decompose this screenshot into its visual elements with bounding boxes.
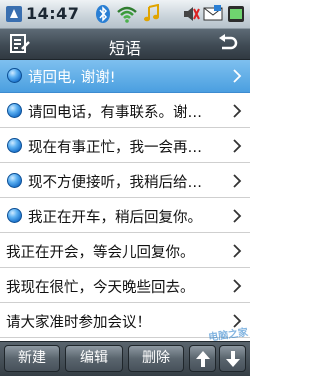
list-item[interactable]: 我现在很忙，今天晚些回去。 <box>0 270 250 303</box>
mail-icon <box>203 5 223 21</box>
radio-bullet-icon <box>7 103 22 118</box>
list-item-label: 请回电, 谢谢! <box>28 70 116 86</box>
list-item-label: 请大家准时参加会议！ <box>6 315 151 331</box>
list-item-label: 现在有事正忙，我一会再… <box>28 140 202 156</box>
delete-button[interactable]: 删除 <box>128 345 184 372</box>
list-item-label: 现不方便接听，我稍后给… <box>28 175 202 191</box>
chevron-right-icon <box>233 104 242 118</box>
page-title: 短语 <box>108 39 141 58</box>
move-up-button[interactable] <box>189 345 216 372</box>
clock-time: 14:47 <box>26 4 80 23</box>
status-bar: 14:47 <box>0 0 250 29</box>
battery-icon <box>228 6 244 22</box>
edit-button[interactable]: 编辑 <box>65 345 123 372</box>
chevron-right-icon <box>233 244 242 258</box>
list-item-label: 我现在很忙，今天晚些回去。 <box>6 280 195 296</box>
wifi-icon <box>117 6 137 23</box>
list-item[interactable]: 我正在开会，等会儿回复你。 <box>0 235 250 268</box>
bottom-toolbar: 新建 编辑 删除 <box>0 341 250 376</box>
list-item[interactable]: 现不方便接听，我稍后给… <box>0 165 250 198</box>
sound-icon <box>184 7 200 21</box>
radio-bullet-icon <box>7 208 22 223</box>
chevron-right-icon <box>233 174 242 188</box>
back-arrow-icon[interactable] <box>216 33 240 55</box>
phone-signal-icon <box>6 6 22 22</box>
radio-bullet-icon <box>7 173 22 188</box>
list-item-label: 我正在开会，等会儿回复你。 <box>6 245 195 261</box>
bluetooth-icon <box>96 5 110 23</box>
arrow-up-icon <box>195 351 210 367</box>
list-item-label: 我正在开车，稍后回复你。 <box>28 210 202 226</box>
list-item[interactable]: 请回电话，有事联系。谢… <box>0 95 250 128</box>
move-down-button[interactable] <box>219 345 246 372</box>
new-button[interactable]: 新建 <box>4 345 60 372</box>
chevron-right-icon <box>233 69 242 83</box>
radio-bullet-icon <box>7 138 22 153</box>
title-bar: 短语 <box>0 29 250 60</box>
list-item-label: 请回电话，有事联系。谢… <box>28 105 202 121</box>
arrow-down-icon <box>225 351 240 367</box>
music-note-icon <box>144 4 159 22</box>
list-item[interactable]: 我正在开车，稍后回复你。 <box>0 200 250 233</box>
list-item[interactable]: 现在有事正忙，我一会再… <box>0 130 250 163</box>
radio-bullet-icon <box>7 68 22 83</box>
chevron-right-icon <box>233 209 242 223</box>
chevron-right-icon <box>233 139 242 153</box>
list-item[interactable]: 请回电, 谢谢! <box>0 60 250 93</box>
chevron-right-icon <box>233 279 242 293</box>
